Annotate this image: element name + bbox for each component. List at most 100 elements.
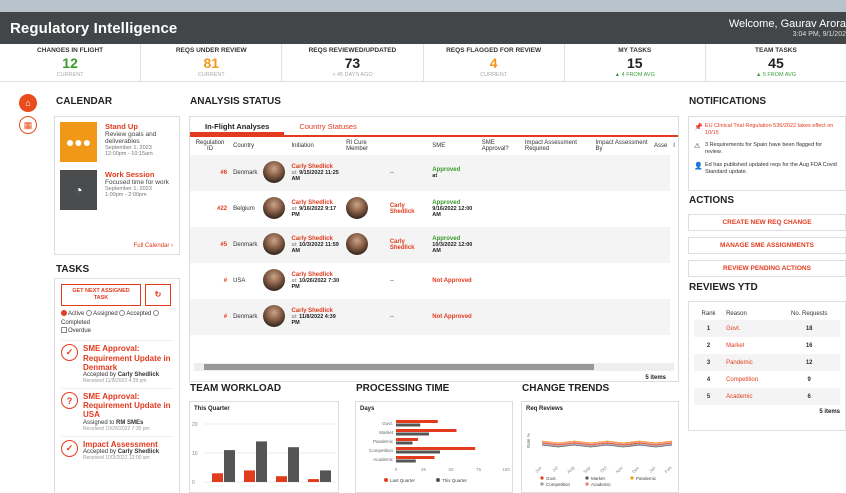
bar-last-quarter[interactable] <box>396 447 476 450</box>
table-row[interactable]: # Denmark Carly Shedlick at: 11/8/2022 4:… <box>190 299 678 335</box>
table-row[interactable]: #5 Denmark Carly Shedlick at: 10/3/2022 1… <box>190 227 678 263</box>
processing-bars: Govt. Market Pandemic Competition Academic0 2… <box>369 420 510 483</box>
table-row[interactable]: 3 Pandemic 12 <box>694 354 840 371</box>
reason-cell[interactable]: Market <box>723 337 778 354</box>
kpi-tile[interactable]: CHANGES IN FLIGHT 12 CURRENT <box>0 44 142 81</box>
tab-in-flight[interactable]: In-Flight Analyses <box>190 117 285 135</box>
calendar-event[interactable]: ●●● Stand Up Review goals and deliverabl… <box>60 122 174 162</box>
legend-label: Pandemic <box>636 476 657 481</box>
workload-heading: TEAM WORKLOAD <box>190 383 282 394</box>
bar[interactable] <box>288 447 299 482</box>
bar[interactable] <box>320 470 331 482</box>
task-item[interactable]: ✓ Impact Assessment Accepted by Carly Sh… <box>61 435 173 465</box>
kpi-tile[interactable]: REQS UNDER REVIEW 81 CURRENT <box>141 44 283 81</box>
home-icon[interactable]: ⌂ <box>19 94 37 112</box>
full-calendar-link[interactable]: Full Calendar › <box>134 243 173 249</box>
table-row[interactable]: 5 Academic 6 <box>694 388 840 405</box>
kpi-value: 15 <box>626 55 643 71</box>
task-item[interactable]: ? SME Approval: Requirement Update in US… <box>61 388 173 436</box>
table-row[interactable]: 2 Market 16 <box>694 337 840 354</box>
calendar-event[interactable]: ◔ Work Session Focused time for work Sep… <box>60 170 174 210</box>
column-header[interactable]: SME <box>429 137 478 155</box>
column-header[interactable]: RI Cure Member <box>343 137 387 155</box>
bar-this-quarter[interactable] <box>396 450 440 454</box>
bar-this-quarter[interactable] <box>396 432 429 436</box>
kpi-tile[interactable]: REQS REVIEWED/UPDATED 73 < 45 DAYS AGO <box>282 44 424 81</box>
calendar-icon[interactable]: ▦ <box>19 116 37 134</box>
regulation-id[interactable]: #6 <box>190 155 231 191</box>
bar[interactable] <box>308 479 319 482</box>
table-row[interactable]: 4 Competition 9 <box>694 371 840 388</box>
rank-cell: 5 <box>694 388 724 405</box>
reason-cell[interactable]: Academic <box>723 388 779 405</box>
column-header[interactable]: Regulation ID <box>190 137 230 155</box>
bar-this-quarter[interactable] <box>396 423 421 427</box>
regulation-id[interactable]: #22 <box>190 191 230 227</box>
filter-assigned[interactable]: Assigned <box>86 310 118 317</box>
kpi-tile[interactable]: TEAM TASKS 45 ▲ 5 FROM AVG <box>706 44 846 81</box>
table-row[interactable]: #6 Denmark Carly Shedlick at: 9/15/2022 1… <box>190 155 678 191</box>
column-header[interactable]: SME Approval? <box>479 137 522 155</box>
gauge-icon: ◔ <box>60 170 97 210</box>
bar-last-quarter[interactable] <box>396 429 457 432</box>
col-reason[interactable]: Reason <box>723 308 778 320</box>
bar[interactable] <box>224 450 235 482</box>
rank-cell: 1 <box>694 320 724 337</box>
task-status: Accepted by Carly Shedlick <box>83 448 160 455</box>
refresh-icon[interactable]: ↻ <box>145 284 171 307</box>
regulation-id[interactable]: # <box>190 263 230 299</box>
column-header[interactable]: Country <box>230 137 260 155</box>
filter-active[interactable]: Active <box>61 310 84 317</box>
table-row[interactable]: 1 Govt. 18 <box>694 320 840 337</box>
bar-this-quarter[interactable] <box>396 441 413 445</box>
manage-sme-button[interactable]: MANAGE SME ASSIGNMENTS <box>688 237 846 254</box>
rank-cell: 2 <box>706 342 711 349</box>
kpi-tile[interactable]: REQS FLAGGED FOR REVIEW 4 CURRENT <box>424 44 565 81</box>
tab-country-statuses[interactable]: Country Statuses <box>284 117 372 135</box>
legend-label: Competition <box>546 482 571 487</box>
column-header[interactable]: Impact Assessment Required <box>522 137 593 155</box>
notification-item[interactable]: 👤 Ed has published updated reqs for the A… <box>694 162 840 176</box>
bar-last-quarter[interactable] <box>396 420 438 423</box>
bar-last-quarter[interactable] <box>396 456 435 459</box>
create-req-change-button[interactable]: CREATE NEW REQ CHANGE <box>688 214 846 231</box>
task-item[interactable]: ✓ SME Approval: Requirement Update in De… <box>61 340 173 388</box>
column-header[interactable]: Initiation <box>288 137 343 155</box>
legend-label: Academic <box>591 482 612 487</box>
bar[interactable] <box>244 470 255 482</box>
calendar-panel: ●●● Stand Up Review goals and deliverabl… <box>54 116 180 255</box>
sme-name[interactable]: Carly Shedlick <box>390 203 415 215</box>
y-tick-label: 0 <box>192 480 195 486</box>
reason-cell[interactable]: Pandemic <box>723 354 779 371</box>
table-row[interactable]: # USA Carly Shedlick at: 10/26/2022 7:30 … <box>190 263 678 299</box>
column-header[interactable]: Asse <box>651 137 670 155</box>
regulation-id[interactable]: # <box>190 299 231 335</box>
table-row[interactable]: #22 Belgium Carly Shedlick at: 9/16/2022 … <box>190 191 678 227</box>
check-circle-icon: ✓ <box>61 439 78 457</box>
bar-last-quarter[interactable] <box>396 438 418 441</box>
kpi-tile[interactable]: MY TASKS 15 ▲ 4 FROM AVG <box>565 44 706 81</box>
col-rank[interactable]: Rank <box>694 308 723 320</box>
reason-cell[interactable]: Govt. <box>723 320 779 337</box>
regulation-id[interactable]: #5 <box>190 227 231 263</box>
user-welcome[interactable]: Welcome, Gaurav Arora 3:04 PM, 9/1/202 <box>729 18 846 38</box>
horizontal-scrollbar[interactable] <box>194 363 674 371</box>
filter-accepted[interactable]: Accepted <box>119 310 151 317</box>
bar-this-quarter[interactable] <box>396 459 416 463</box>
get-next-task-button[interactable]: GET NEXT ASSIGNED TASK <box>61 284 141 307</box>
bar[interactable] <box>256 441 267 482</box>
notification-item[interactable]: ⚠ 3 Requirements for Spain have been flag… <box>694 142 840 156</box>
column-header[interactable]: I <box>670 137 678 155</box>
bar[interactable] <box>212 473 223 482</box>
overdue-checkbox[interactable]: Overdue <box>61 327 91 334</box>
review-pending-button[interactable]: REVIEW PENDING ACTIONS <box>688 260 846 277</box>
bar[interactable] <box>276 476 287 482</box>
column-header[interactable]: Impact Assessment By <box>593 137 651 155</box>
kpi-bar: CHANGES IN FLIGHT 12 CURRENT REQS UNDER R… <box>0 44 846 82</box>
reason-cell[interactable]: Competition <box>723 371 778 388</box>
sme-name[interactable]: Carly Shedlick <box>390 239 415 251</box>
notification-item[interactable]: 📌 EU Clinical Trial Regulation 536/2022 t… <box>694 123 840 137</box>
processing-heading: PROCESSING TIME <box>356 383 450 394</box>
event-time: 12:00pm - 10:15am <box>105 151 153 157</box>
col-requests[interactable]: No. Requests <box>778 308 840 320</box>
